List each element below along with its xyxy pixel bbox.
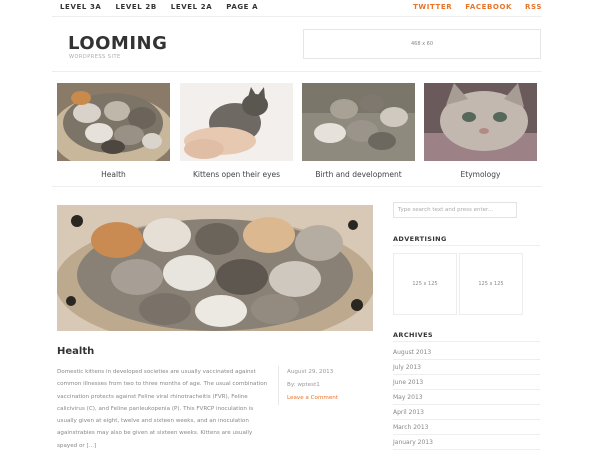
ad-125-slot-2[interactable]: 125 x 125 [459, 253, 523, 315]
archive-link[interactable]: August 2013 [393, 345, 540, 360]
archives-list: August 2013 July 2013 June 2013 May 2013… [393, 345, 540, 450]
social-links: TWITTER FACEBOOK RSS [400, 3, 542, 11]
site-logo[interactable]: LOOMING [68, 33, 167, 54]
featured-caption[interactable]: Etymology [424, 170, 537, 179]
top-nav: LEVEL 3A LEVEL 2B LEVEL 2A PAGE A TWITTE… [0, 0, 600, 16]
advertising-heading: ADVERTISING [393, 235, 447, 243]
search-input[interactable]: Type search text and press enter... [393, 202, 517, 218]
featured-caption[interactable]: Birth and development [302, 170, 415, 179]
sidebar-divider [393, 341, 540, 342]
featured-caption[interactable]: Kittens open their eyes [180, 170, 293, 179]
kittens-basket-thumbnail[interactable] [57, 83, 170, 161]
site-header: LOOMING WORDPRESS SITE 468 x 60 [52, 16, 542, 72]
featured-item-etymology[interactable]: Etymology [424, 83, 537, 179]
post-author-line: By: wptest1 [287, 382, 320, 388]
archive-link[interactable]: May 2013 [393, 390, 540, 405]
facebook-link[interactable]: FACEBOOK [465, 3, 512, 11]
nav-link-level-2b[interactable]: LEVEL 2B [115, 3, 156, 11]
archive-link[interactable]: March 2013 [393, 420, 540, 435]
nav-link-level-2a[interactable]: LEVEL 2A [171, 3, 212, 11]
nav-link-page-a[interactable]: PAGE A [226, 3, 258, 11]
primary-menu: LEVEL 3A LEVEL 2B LEVEL 2A PAGE A [60, 3, 272, 11]
archive-link[interactable]: January 2013 [393, 435, 540, 450]
post-meta: August 29, 2013 By: wptest1 Leave a Comm… [278, 366, 373, 405]
archives-heading: ARCHIVES [393, 331, 434, 339]
archive-link[interactable]: July 2013 [393, 360, 540, 375]
featured-item-health[interactable]: Health [57, 83, 170, 179]
featured-item-birth-and-development[interactable]: Birth and development [302, 83, 415, 179]
featured-posts: Health Kittens open their eyes Birth and… [57, 83, 539, 187]
kitten-face-thumbnail[interactable] [424, 83, 537, 161]
leave-comment-link[interactable]: Leave a Comment [287, 392, 373, 405]
author-prefix: By [287, 382, 294, 388]
twitter-link[interactable]: TWITTER [413, 3, 452, 11]
featured-item-kittens-open-their-eyes[interactable]: Kittens open their eyes [180, 83, 293, 179]
site-tagline: WORDPRESS SITE [69, 54, 121, 60]
rss-link[interactable]: RSS [525, 3, 542, 11]
post-featured-image[interactable] [57, 205, 373, 331]
post-excerpt: Domestic kittens in developed societies … [57, 369, 268, 449]
post-date: August 29, 2013 [287, 369, 334, 375]
author-link[interactable]: wptest1 [297, 382, 319, 388]
archive-link[interactable]: April 2013 [393, 405, 540, 420]
header-ad-banner[interactable]: 468 x 60 [303, 29, 541, 59]
kitten-in-hand-thumbnail[interactable] [180, 83, 293, 161]
post-title[interactable]: Health [57, 346, 94, 357]
featured-caption[interactable]: Health [57, 170, 170, 179]
kittens-outdoors-thumbnail[interactable] [302, 83, 415, 161]
ad-125-slot-1[interactable]: 125 x 125 [393, 253, 457, 315]
featured-divider [52, 186, 542, 187]
nav-link-level-3a[interactable]: LEVEL 3A [60, 3, 101, 11]
archive-link[interactable]: June 2013 [393, 375, 540, 390]
sidebar-divider [393, 245, 540, 246]
